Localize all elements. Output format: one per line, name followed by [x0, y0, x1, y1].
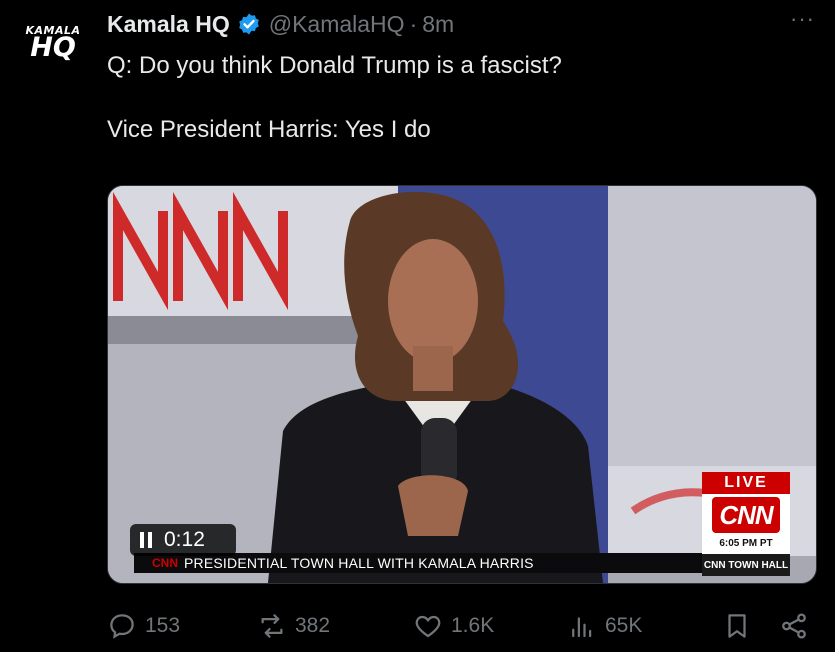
heart-icon [415, 615, 441, 638]
bookmark-icon [728, 614, 746, 638]
like-button[interactable]: 1.6K [413, 611, 494, 641]
video-time: 0:12 [164, 528, 205, 551]
tweet-text-line-1: Q: Do you think Donald Trump is a fascis… [107, 52, 562, 79]
more-options-icon[interactable]: ··· [790, 6, 815, 32]
reply-count: 153 [145, 614, 181, 637]
views-button[interactable]: 65K [567, 611, 642, 641]
avatar-label-bottom: HQ [30, 32, 76, 63]
tweet-text: Q: Do you think Donald Trump is a fascis… [107, 50, 807, 146]
lower-third-logo: CNN [152, 556, 178, 570]
network-bug: LIVE CNN 6:05 PM PT CNN TOWN HALL [702, 472, 790, 578]
bar-chart-icon [572, 617, 592, 638]
tweet-text-line-2: Vice President Harris: Yes I do [107, 116, 431, 143]
live-badge: LIVE [702, 472, 790, 494]
lower-third-title: PRESIDENTIAL TOWN HALL WITH KAMALA HARRI… [184, 555, 534, 571]
avatar[interactable]: KAMALA HQ [20, 18, 86, 76]
network-show: CNN TOWN HALL [702, 554, 790, 576]
separator: · [409, 10, 418, 37]
share-icon [782, 613, 806, 639]
tweet-header: Kamala HQ @KamalaHQ · 8m [107, 8, 454, 40]
views-count: 65K [605, 614, 643, 637]
like-count: 1.6K [451, 614, 495, 637]
pause-icon[interactable] [140, 532, 152, 548]
timestamp[interactable]: 8m [422, 11, 454, 38]
lower-third-banner: CNN PRESIDENTIAL TOWN HALL WITH KAMALA H… [134, 553, 706, 573]
reply-icon [110, 614, 134, 639]
video-player[interactable]: CNN PRESIDENTIAL TOWN HALL WITH KAMALA H… [107, 185, 817, 584]
display-name[interactable]: Kamala HQ [107, 11, 230, 38]
cnn-logo: CNN [712, 497, 780, 533]
bookmark-button[interactable] [722, 611, 752, 641]
playback-control[interactable]: 0:12 [130, 524, 236, 556]
handle[interactable]: @KamalaHQ [269, 11, 405, 38]
repost-count: 382 [295, 614, 331, 637]
share-button[interactable] [779, 611, 809, 641]
verified-badge-icon [238, 13, 259, 35]
network-time: 6:05 PM PT [719, 538, 773, 549]
repost-icon [261, 614, 283, 638]
action-bar: 153 382 1.6K 65K [107, 611, 817, 643]
reply-button[interactable]: 153 [107, 611, 180, 641]
repost-button[interactable]: 382 [257, 611, 330, 641]
